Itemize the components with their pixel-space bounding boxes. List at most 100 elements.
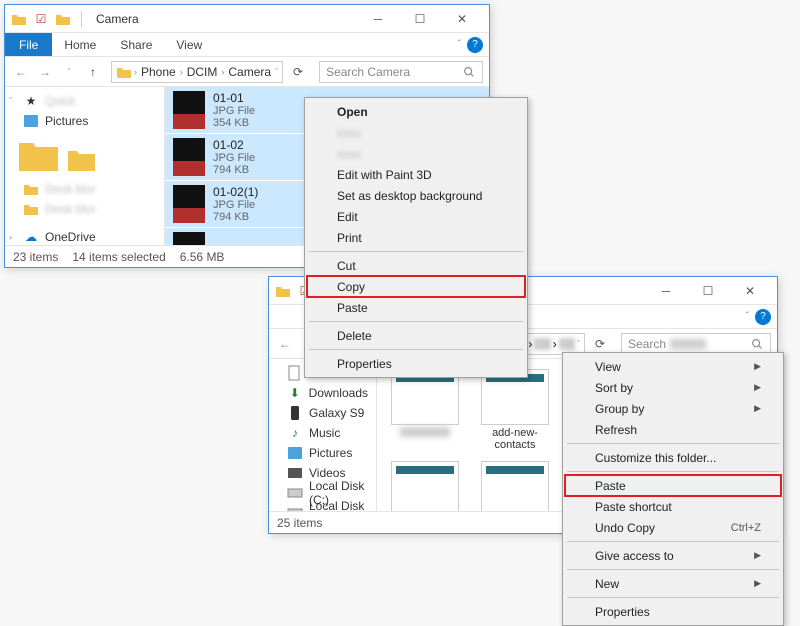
minimize-button[interactable]: ─ xyxy=(645,279,687,303)
sidebar-item-downloads[interactable]: ⬇Downloads xyxy=(269,383,376,403)
minimize-button[interactable]: ─ xyxy=(357,7,399,31)
sidebar-folder-group xyxy=(5,131,164,179)
chevron-right-icon[interactable]: › xyxy=(221,67,224,77)
navigation-bar: ← → ˇ ↑ › Phone › DCIM › Camera ˇ ⟳ Sear… xyxy=(5,57,489,87)
thumbnail xyxy=(391,461,459,511)
properties-icon[interactable]: ☑ xyxy=(33,11,49,27)
chevron-right-icon[interactable]: › xyxy=(134,67,137,77)
menu-cut[interactable]: Cut xyxy=(307,255,525,276)
tab-view[interactable]: View xyxy=(164,34,214,56)
context-menu[interactable]: View▶ Sort by▶ Group by▶ Refresh Customi… xyxy=(562,352,784,626)
window-title: Camera xyxy=(96,12,139,26)
menu-customize-folder[interactable]: Customize this folder... xyxy=(565,447,781,468)
sidebar-item[interactable]: Desk blur xyxy=(5,179,164,199)
chevron-right-icon[interactable]: › xyxy=(180,67,183,77)
menu-paste-shortcut[interactable]: Paste shortcut xyxy=(565,496,781,517)
thumbnail xyxy=(173,185,205,223)
back-button[interactable]: ← xyxy=(275,334,295,354)
sidebar-item-music[interactable]: ♪Music xyxy=(269,423,376,443)
chevron-down-icon[interactable]: ˇ xyxy=(275,67,278,77)
tab-share[interactable]: Share xyxy=(108,34,164,56)
chevron-right-icon: ▶ xyxy=(754,382,761,393)
menu-open[interactable]: Open xyxy=(307,101,525,122)
window-controls: ─ ☐ ✕ xyxy=(645,279,771,303)
menu-new[interactable]: New▶ xyxy=(565,573,781,594)
maximize-button[interactable]: ☐ xyxy=(687,279,729,303)
file-item[interactable]: add-new-contacts xyxy=(475,369,555,451)
disk-icon xyxy=(287,485,303,501)
chevron-right-icon: ▶ xyxy=(754,403,761,414)
sidebar-item-diskd[interactable]: Local Disk (D:) xyxy=(269,503,376,511)
close-button[interactable]: ✕ xyxy=(729,279,771,303)
tab-home[interactable]: Home xyxy=(52,34,108,56)
menu-delete[interactable]: Delete xyxy=(307,325,525,346)
sidebar-item-galaxy[interactable]: Galaxy S9 xyxy=(269,403,376,423)
file-item[interactable] xyxy=(385,461,465,511)
menu-give-access[interactable]: Give access to▶ xyxy=(565,545,781,566)
close-button[interactable]: ✕ xyxy=(441,7,483,31)
file-item[interactable] xyxy=(475,461,555,511)
menu-paste[interactable]: Paste xyxy=(565,475,781,496)
phone-icon xyxy=(287,405,303,421)
breadcrumb-segment[interactable] xyxy=(559,338,575,350)
navigation-pane: Documents ⬇Downloads Galaxy S9 ♪Music Pi… xyxy=(269,359,377,511)
chevron-right-icon[interactable]: › xyxy=(528,337,532,351)
menu-edit[interactable]: Edit xyxy=(307,206,525,227)
titlebar[interactable]: ☑ Camera ─ ☐ ✕ xyxy=(5,5,489,33)
file-item[interactable] xyxy=(385,369,465,451)
new-folder-icon[interactable] xyxy=(55,11,71,27)
menu-separator xyxy=(567,443,779,444)
menu-properties[interactable]: Properties xyxy=(565,601,781,622)
folder-icon xyxy=(275,283,291,299)
menu-set-desktop-bg[interactable]: Set as desktop background xyxy=(307,185,525,206)
menu-group-by[interactable]: Group by▶ xyxy=(565,398,781,419)
up-button[interactable]: ↑ xyxy=(83,62,103,82)
sidebar-item-onedrive[interactable]: ›☁OneDrive xyxy=(5,227,164,245)
status-selected: 14 items selected xyxy=(72,250,165,264)
menu-refresh[interactable]: Refresh xyxy=(565,419,781,440)
menu-item[interactable]: xxxx xyxy=(307,122,525,143)
menu-edit-paint3d[interactable]: Edit with Paint 3D xyxy=(307,164,525,185)
address-bar[interactable]: › Phone › DCIM › Camera ˇ xyxy=(111,61,283,83)
search-input[interactable]: Search Camera xyxy=(319,61,483,83)
ribbon-expand-icon[interactable]: ˇ xyxy=(740,311,755,322)
search-icon xyxy=(462,65,476,79)
folder-icon xyxy=(23,201,39,217)
menu-print[interactable]: Print xyxy=(307,227,525,248)
sidebar-item-pictures[interactable]: Pictures xyxy=(269,443,376,463)
menu-sort-by[interactable]: Sort by▶ xyxy=(565,377,781,398)
menu-undo-copy[interactable]: Undo CopyCtrl+Z xyxy=(565,517,781,538)
breadcrumb-segment[interactable]: Camera xyxy=(226,65,273,79)
recent-locations-button[interactable]: ˇ xyxy=(59,62,79,82)
chevron-down-icon[interactable]: ˇ xyxy=(577,339,580,349)
menu-properties[interactable]: Properties xyxy=(307,353,525,374)
folder-icon xyxy=(116,65,132,79)
cloud-icon: ☁ xyxy=(23,229,39,245)
menu-item[interactable]: xxxx xyxy=(307,143,525,164)
help-icon[interactable]: ? xyxy=(755,309,771,325)
folder-icon[interactable] xyxy=(67,147,97,173)
sidebar-item[interactable]: Desk blur xyxy=(5,199,164,219)
ribbon-expand-icon[interactable]: ˇ xyxy=(452,39,467,50)
window-controls: ─ ☐ ✕ xyxy=(357,7,483,31)
back-button[interactable]: ← xyxy=(11,62,31,82)
menu-copy[interactable]: Copy xyxy=(307,276,525,297)
status-item-count: 23 items xyxy=(13,250,58,264)
help-icon[interactable]: ? xyxy=(467,37,483,53)
menu-view[interactable]: View▶ xyxy=(565,356,781,377)
forward-button[interactable]: → xyxy=(35,62,55,82)
breadcrumb-segment[interactable]: Phone xyxy=(139,65,178,79)
sidebar-item[interactable]: ˇ★Quick xyxy=(5,91,164,111)
breadcrumb-segment[interactable] xyxy=(534,338,550,350)
refresh-button[interactable]: ⟳ xyxy=(287,61,309,83)
context-menu[interactable]: Open xxxx xxxx Edit with Paint 3D Set as… xyxy=(304,97,528,378)
sidebar-item-pictures[interactable]: Pictures xyxy=(5,111,164,131)
tab-file[interactable]: File xyxy=(5,33,52,56)
breadcrumb-segment[interactable]: DCIM xyxy=(185,65,220,79)
folder-icon[interactable] xyxy=(17,137,61,173)
chevron-right-icon[interactable]: › xyxy=(553,337,557,351)
menu-separator xyxy=(309,321,523,322)
menu-paste[interactable]: Paste xyxy=(307,297,525,318)
quick-access-toolbar: ☑ xyxy=(11,11,86,27)
maximize-button[interactable]: ☐ xyxy=(399,7,441,31)
